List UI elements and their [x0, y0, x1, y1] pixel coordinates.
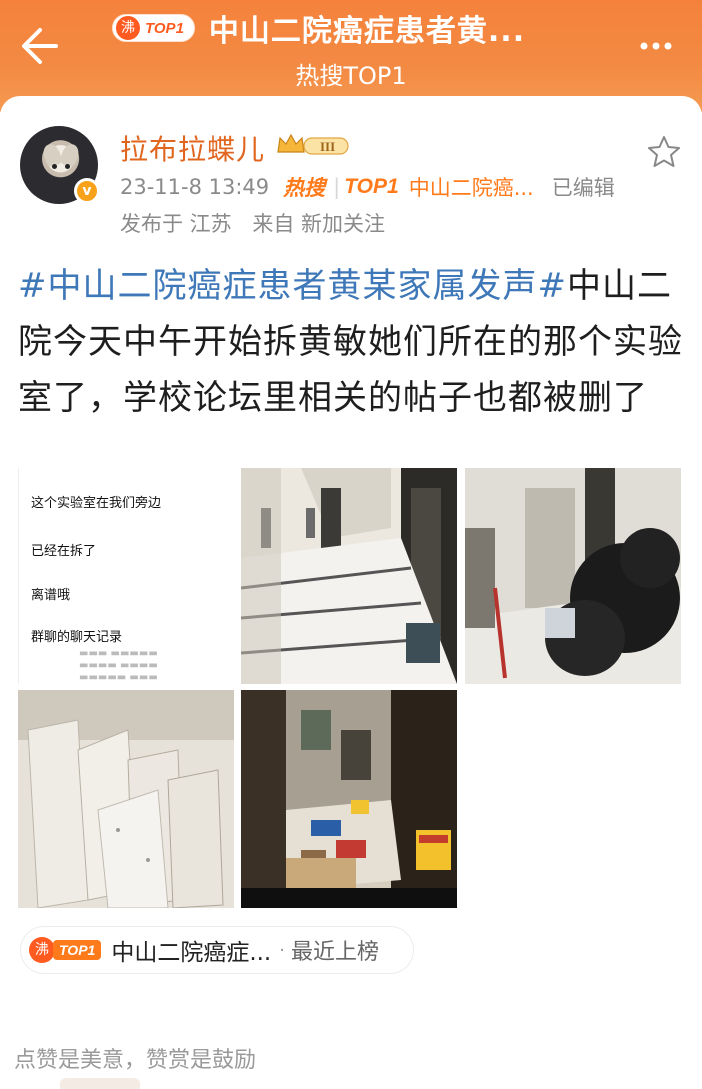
separator-dot: · [279, 939, 285, 961]
topic-name: 中山二院癌症... [111, 940, 272, 966]
boiling-icon: 沸 [29, 937, 55, 963]
blurred-text: ▬▬▬▬ ▬▬▬▬ [79, 660, 158, 671]
chat-line: 已经在拆了 [31, 544, 97, 559]
more-options-icon[interactable] [626, 22, 686, 70]
boiling-icon: 沸 [116, 16, 140, 40]
post-client: 来自 新加关注 [252, 212, 386, 236]
post-meta: 23-11-8 13:49 热搜 | TOP1 中山二院癌... 已编辑 [120, 172, 615, 202]
crown-level-icon: III [277, 133, 349, 155]
author-name[interactable]: 拉布拉蝶儿 [120, 128, 265, 168]
post-time: 23-11-8 13:49 [120, 175, 270, 199]
topic-status: 最近上榜 [290, 940, 379, 965]
hot-topic-pill[interactable]: 沸 TOP1 中山二院癌症... · 最近上榜 [20, 926, 414, 974]
photo-lab-doorway[interactable] [241, 690, 457, 908]
hot-topic-link[interactable]: 中山二院癌... [409, 172, 534, 202]
top-rank-label: TOP1 [53, 940, 102, 960]
topic-hashtag-link[interactable]: #中山二院癌症患者黄某家属发声# [18, 266, 567, 306]
post-source: 发布于 江苏 来自 新加关注 [120, 208, 399, 238]
top-rank-tag[interactable]: TOP1 [344, 175, 398, 199]
page-title: 中山二院癌症患者黄... [208, 14, 526, 49]
post-body: #中山二院癌症患者黄某家属发声#中山二院今天中午开始拆黄敏她们所在的那个实验室了… [18, 258, 686, 426]
photo-dismantled-panels[interactable] [18, 690, 234, 908]
photo-chat-screenshot[interactable]: 这个实验室在我们旁边 已经在拆了 离谱哦 群聊的聊天记录 ▬▬▬ ▬▬▬▬▬ ▬… [18, 468, 234, 684]
blurred-text: ▬▬▬▬▬ ▬▬▬ [79, 672, 158, 683]
chat-line: 群聊的聊天记录 [31, 630, 123, 645]
header-title-row: 沸 TOP1 中山二院癌症患者黄... [112, 6, 525, 50]
reward-button-edge[interactable] [60, 1078, 140, 1089]
chat-line: 这个实验室在我们旁边 [31, 496, 162, 511]
edited-label[interactable]: 已编辑 [552, 172, 615, 202]
verified-badge-icon: v [74, 178, 100, 204]
svg-text:III: III [320, 139, 335, 154]
divider: | [333, 175, 341, 199]
blurred-text: ▬▬▬ ▬▬▬▬▬ [79, 648, 158, 659]
post-location: 发布于 江苏 [120, 212, 232, 236]
photo-hallway[interactable] [241, 468, 457, 684]
favorite-star-icon[interactable] [646, 134, 682, 170]
hot-search-tag[interactable]: 热搜 [283, 172, 325, 202]
page-subtitle: 热搜TOP1 [295, 62, 407, 90]
chat-line: 离谱哦 [31, 588, 71, 603]
reward-note: 点赞是美意，赞赏是鼓励 [14, 1048, 257, 1073]
top-rank-label: TOP1 [145, 19, 184, 37]
hot-search-badge: 沸 TOP1 [112, 14, 195, 42]
photo-waste-bags[interactable] [465, 468, 681, 684]
